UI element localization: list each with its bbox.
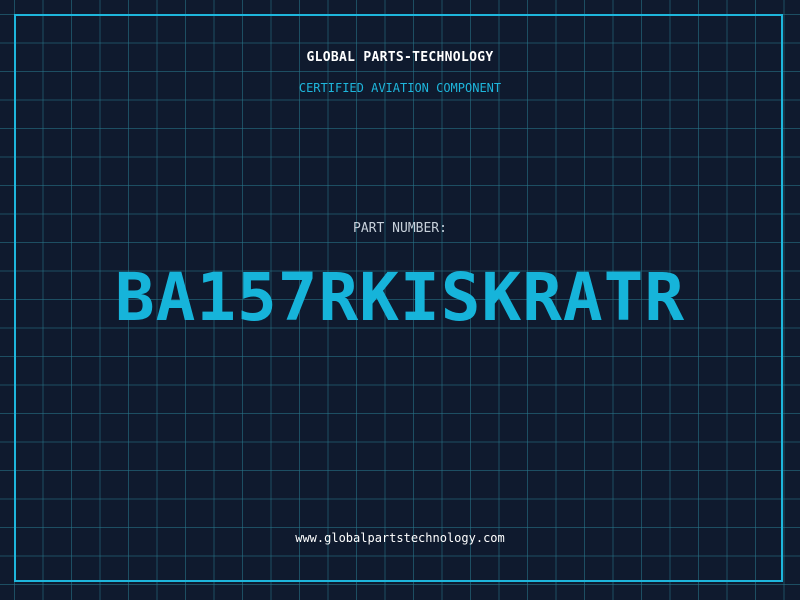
website-url: www.globalpartstechnology.com — [295, 531, 505, 545]
label-canvas: GLOBAL PARTS-TECHNOLOGY CERTIFIED AVIATI… — [0, 0, 800, 600]
brand-name: GLOBAL PARTS-TECHNOLOGY — [306, 50, 494, 65]
part-number-label: PART NUMBER: — [353, 221, 447, 236]
part-number-value: BA157RKISKRATR — [114, 259, 686, 336]
certification-subtitle: CERTIFIED AVIATION COMPONENT — [298, 81, 502, 95]
